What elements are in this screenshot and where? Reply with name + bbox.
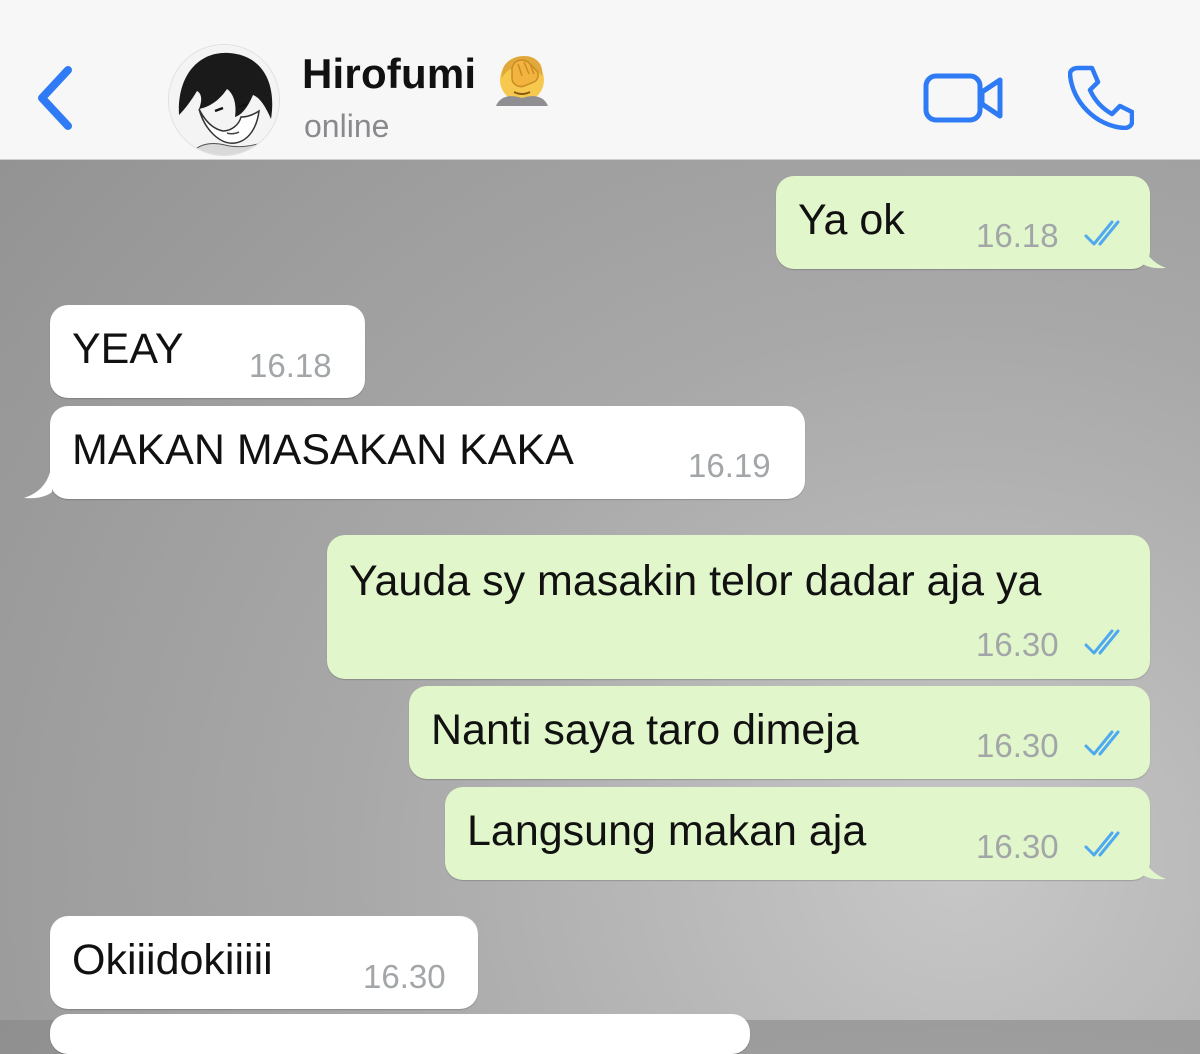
outgoing-message[interactable]: Yauda sy masakin telor dadar aja ya 16.3… bbox=[327, 535, 1150, 679]
read-receipt-icon bbox=[1084, 831, 1120, 857]
read-receipt-icon bbox=[1084, 730, 1120, 756]
message-text: Okiiidokiiiii bbox=[72, 936, 273, 984]
incoming-message[interactable]: MAKAN MASAKAN KAKA 16.19 bbox=[24, 406, 805, 499]
incoming-message[interactable]: YEAY 16.18 bbox=[50, 305, 365, 398]
video-call-icon[interactable] bbox=[922, 70, 1004, 126]
chat-header: Hirofumi online bbox=[0, 0, 1200, 160]
read-receipt-icon bbox=[1084, 220, 1120, 246]
message-text: Nanti saya taro dimeja bbox=[431, 706, 859, 754]
message-text: MAKAN MASAKAN KAKA bbox=[72, 426, 574, 474]
bubble-tail bbox=[24, 462, 52, 499]
message-time: 16.18 bbox=[249, 347, 332, 384]
contact-name[interactable]: Hirofumi bbox=[302, 50, 476, 98]
bubble-tail bbox=[1140, 843, 1166, 880]
message-text: YEAY bbox=[72, 325, 184, 373]
message-text: Langsung makan aja bbox=[467, 807, 867, 855]
message-text: Ya ok bbox=[798, 196, 905, 244]
read-receipt-icon bbox=[1084, 629, 1120, 655]
voice-call-icon[interactable] bbox=[1068, 64, 1134, 130]
message-list[interactable]: Ya ok 16.18 YEAY 16.18 MAKAN MASAKAN KAK… bbox=[0, 161, 1200, 1054]
incoming-message-partial[interactable] bbox=[50, 1014, 750, 1054]
bubble-tail bbox=[1140, 232, 1166, 269]
outgoing-message[interactable]: Ya ok 16.18 bbox=[776, 176, 1166, 269]
face-palm-emoji-icon bbox=[496, 56, 548, 106]
message-time: 16.30 bbox=[363, 958, 446, 995]
message-time: 16.30 bbox=[976, 828, 1059, 865]
presence-status: online bbox=[304, 108, 390, 144]
contact-avatar[interactable] bbox=[168, 44, 280, 156]
message-time: 16.19 bbox=[688, 447, 771, 484]
message-time: 16.30 bbox=[976, 626, 1059, 663]
outgoing-message[interactable]: Langsung makan aja 16.30 bbox=[445, 787, 1166, 880]
incoming-message[interactable]: Okiiidokiiiii 16.30 bbox=[50, 916, 478, 1009]
back-chevron-icon[interactable] bbox=[30, 58, 80, 138]
message-time: 16.18 bbox=[976, 217, 1059, 254]
message-time: 16.30 bbox=[976, 727, 1059, 764]
outgoing-message[interactable]: Nanti saya taro dimeja 16.30 bbox=[409, 686, 1150, 779]
message-text: Yauda sy masakin telor dadar aja ya bbox=[349, 557, 1042, 605]
